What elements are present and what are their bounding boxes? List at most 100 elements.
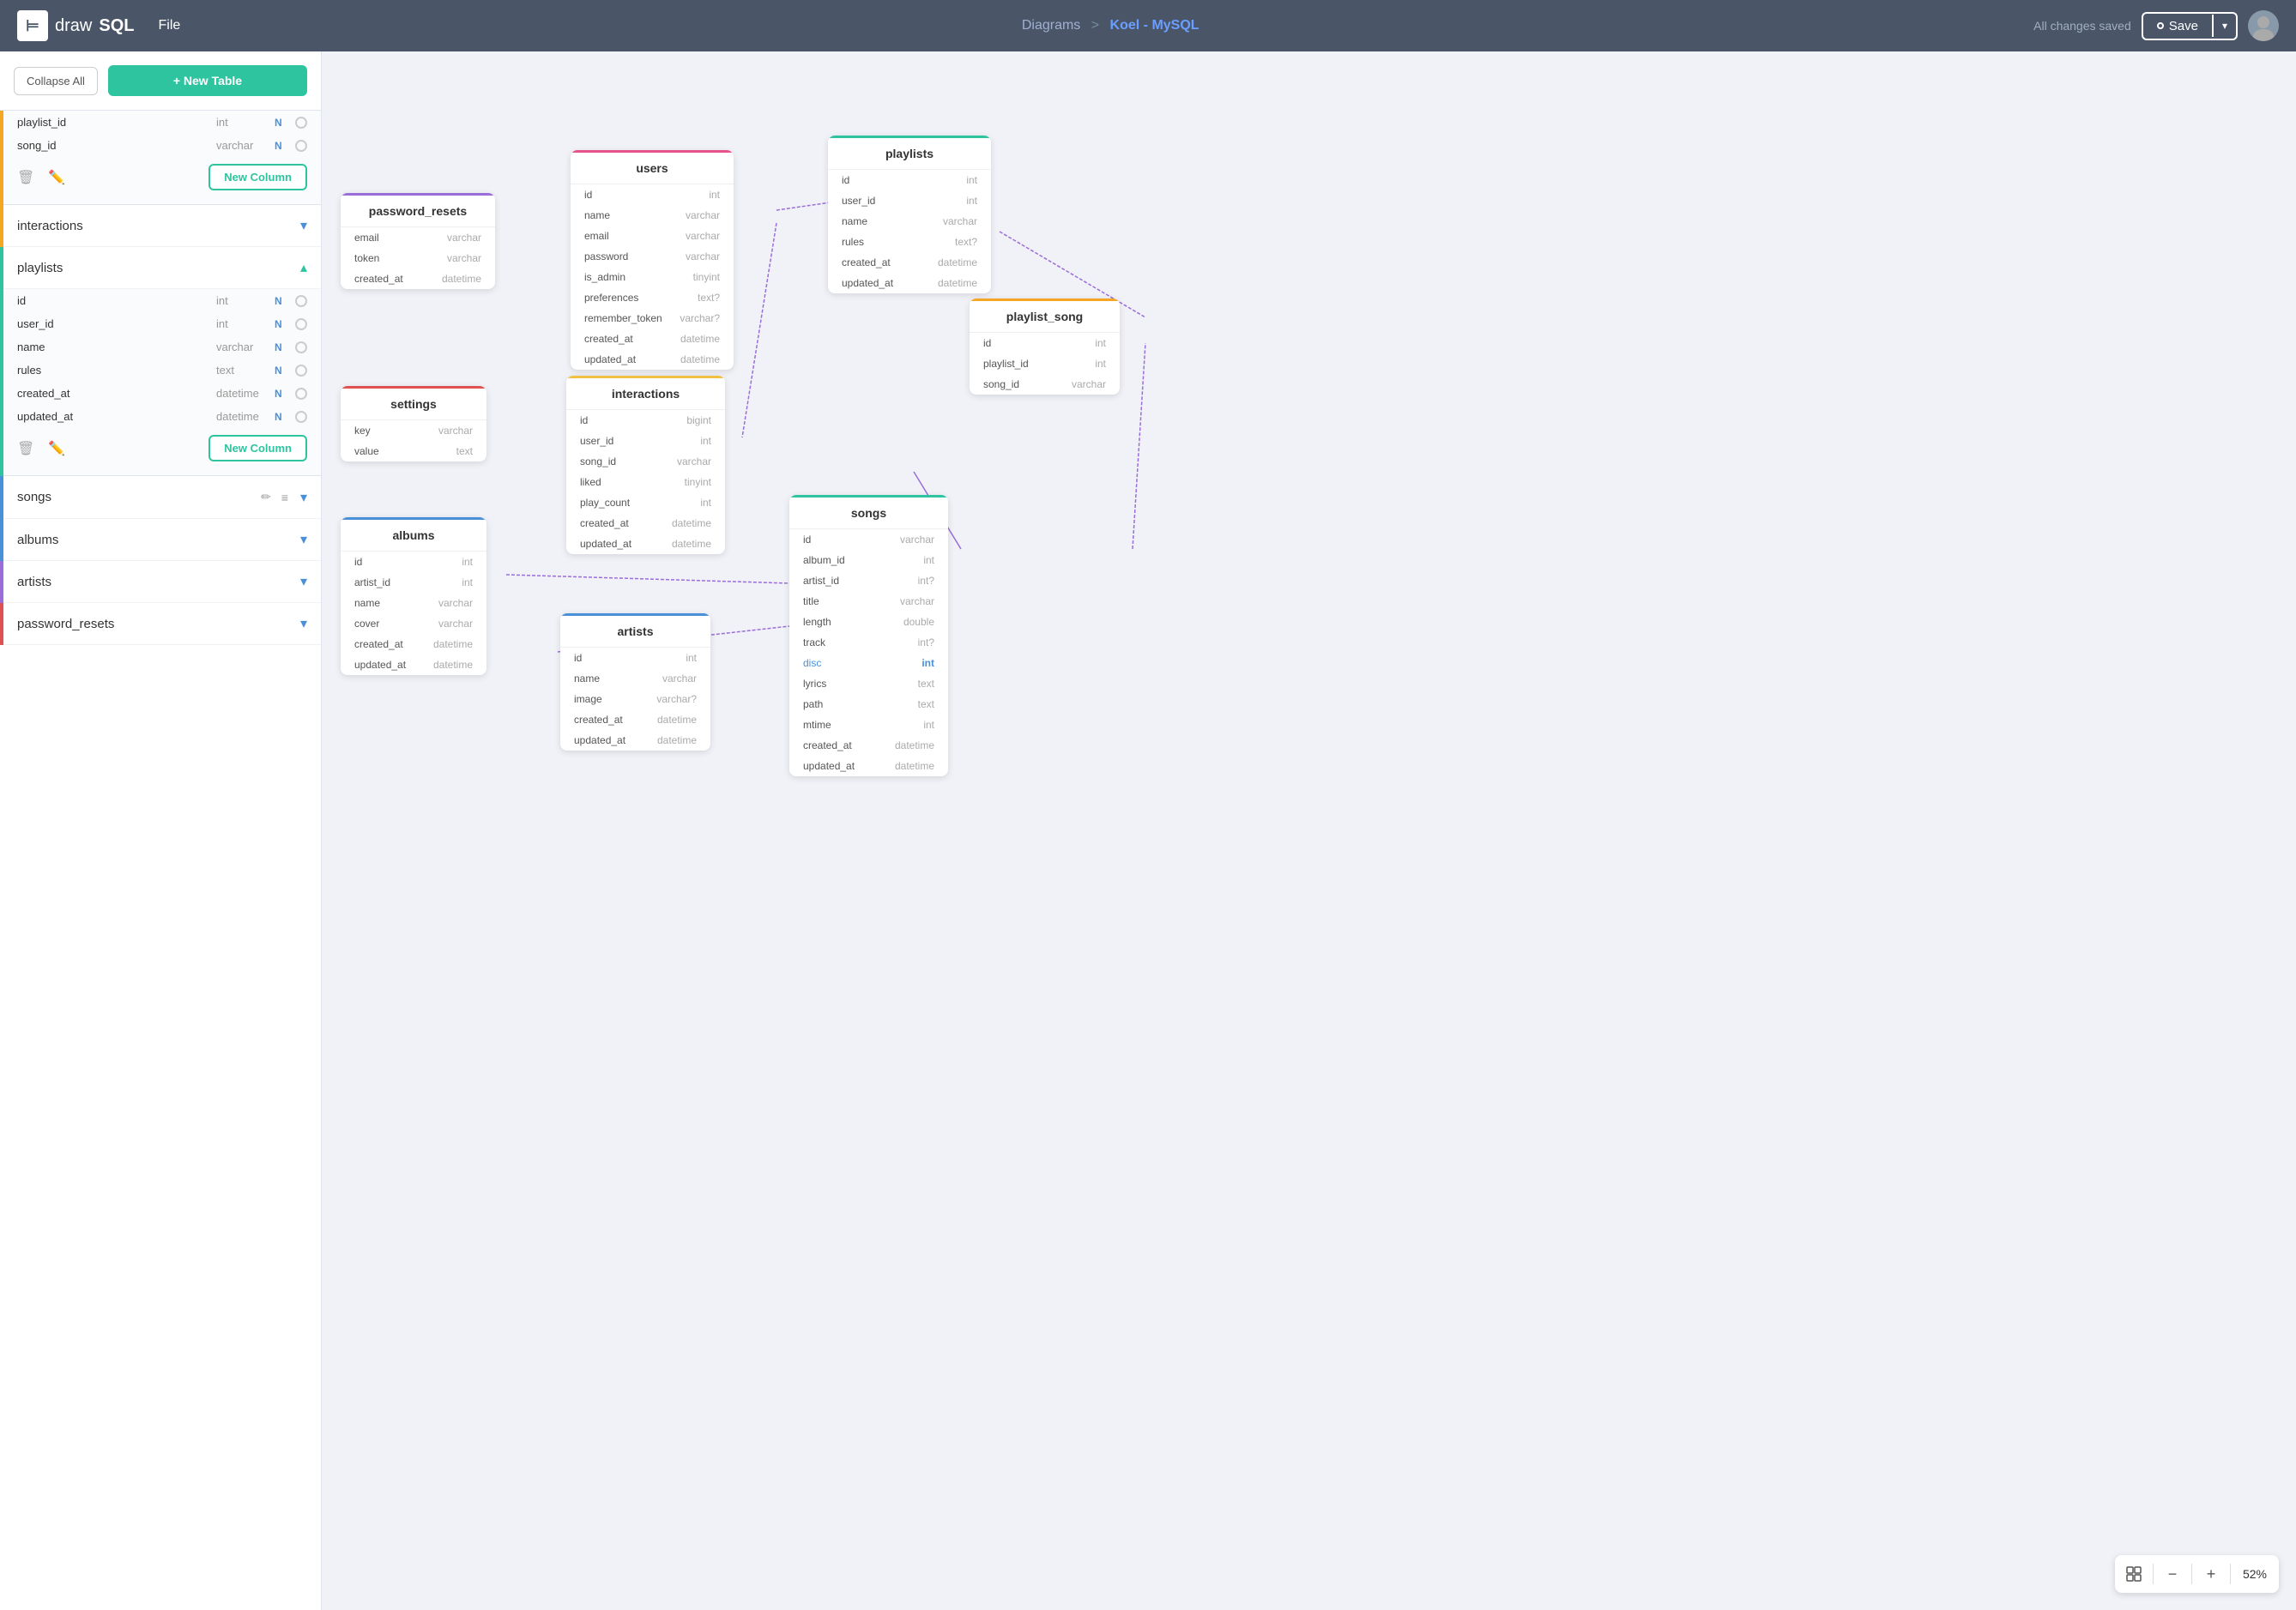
sidebar-table-group-interactions: interactions ▾: [0, 205, 321, 247]
canvas-table-songs[interactable]: songs idvarchar album_idint artist_idint…: [789, 495, 948, 776]
table-row: discint: [789, 653, 948, 673]
app-header: ⊨ drawSQL File Diagrams > Koel - MySQL A…: [0, 0, 2296, 51]
col-key-circle: [295, 388, 307, 400]
sidebar-table-name-artists: artists: [17, 575, 297, 589]
sidebar-table-body-playlists: id int N user_id int N name varchar: [3, 289, 321, 476]
sidebar-table-header-albums[interactable]: albums ▾: [3, 519, 321, 561]
canvas-table-header-artists: artists: [560, 613, 710, 648]
col-name: playlist_id: [17, 116, 209, 129]
table-row: created_atdatetime: [828, 252, 991, 273]
canvas-table-playlist-song[interactable]: playlist_song idint playlist_idint song_…: [970, 298, 1120, 395]
chevron-down-icon: ▾: [300, 573, 307, 590]
file-menu[interactable]: File: [151, 15, 187, 37]
table-row: idint: [341, 552, 486, 572]
breadcrumb-separator: >: [1091, 18, 1099, 33]
save-dropdown-arrow[interactable]: ▾: [2212, 15, 2236, 37]
sidebar-table-group-songs: songs ✏ ≡ ▾: [0, 476, 321, 519]
sidebar-table-header-songs[interactable]: songs ✏ ≡ ▾: [3, 476, 321, 519]
table-row: playlist_idint: [970, 353, 1120, 374]
edit-icon[interactable]: ✏️: [48, 440, 65, 457]
new-column-button[interactable]: New Column: [208, 164, 307, 190]
col-null: N: [275, 365, 288, 377]
delete-icon[interactable]: 🗑: [17, 169, 34, 186]
sidebar-table-group-artists: artists ▾: [0, 561, 321, 603]
zoom-in-button[interactable]: +: [2197, 1560, 2225, 1588]
sidebar-table-group-password-resets: password_resets ▾: [0, 603, 321, 645]
table-row: song_idvarchar: [566, 451, 725, 472]
table-row: covervarchar: [341, 613, 486, 634]
table-row: rulestext?: [828, 232, 991, 252]
col-key-circle: [295, 341, 307, 353]
table-row: passwordvarchar: [571, 246, 734, 267]
table-row: emailvarchar: [571, 226, 734, 246]
table-row: created_atdatetime: [341, 634, 486, 654]
sidebar-table-header-password-resets[interactable]: password_resets ▾: [3, 603, 321, 645]
table-row: lyricstext: [789, 673, 948, 694]
col-name: id: [17, 294, 209, 307]
reorder-icon[interactable]: ≡: [280, 489, 290, 506]
col-type: int: [216, 317, 268, 330]
new-column-button-playlists[interactable]: New Column: [208, 435, 307, 461]
col-key-circle: [295, 140, 307, 152]
table-row: updated_atdatetime: [566, 534, 725, 554]
table-row: imagevarchar?: [560, 689, 710, 709]
sidebar-table-name-password-resets: password_resets: [17, 617, 297, 631]
table-row: lengthdouble: [789, 612, 948, 632]
delete-icon[interactable]: 🗑: [17, 440, 34, 457]
sidebar-table-header-interactions[interactable]: interactions ▾: [3, 205, 321, 247]
col-type: datetime: [216, 387, 268, 400]
breadcrumb-diagrams[interactable]: Diagrams: [1022, 18, 1080, 33]
table-row: valuetext: [341, 441, 486, 461]
col-name: name: [17, 341, 209, 353]
logo-sql: SQL: [99, 16, 134, 36]
new-table-button[interactable]: + New Table: [108, 65, 307, 96]
canvas-table-header-songs: songs: [789, 495, 948, 529]
save-button-main[interactable]: Save: [2143, 14, 2212, 39]
sidebar: Collapse All + New Table playlist_id int…: [0, 51, 322, 1610]
collapse-all-button[interactable]: Collapse All: [14, 67, 98, 95]
col-null: N: [275, 411, 288, 423]
canvas-table-interactions[interactable]: interactions idbigint user_idint song_id…: [566, 376, 725, 554]
canvas-table-users[interactable]: users idint namevarchar emailvarchar pas…: [571, 150, 734, 370]
col-name: rules: [17, 364, 209, 377]
table-row: user_idint: [828, 190, 991, 211]
table-row: namevarchar: [828, 211, 991, 232]
chevron-down-icon: ▾: [300, 531, 307, 548]
sidebar-table-header-artists[interactable]: artists ▾: [3, 561, 321, 603]
sidebar-toolbar: Collapse All + New Table: [0, 51, 321, 111]
table-row: created_atdatetime: [789, 735, 948, 756]
table-row: updated_atdatetime: [828, 273, 991, 293]
sidebar-table-name-interactions: interactions: [17, 219, 297, 233]
sidebar-table-header-playlists[interactable]: playlists ▴: [3, 247, 321, 289]
canvas-table-header-playlist-song: playlist_song: [970, 298, 1120, 333]
diagram-canvas[interactable]: users idint namevarchar emailvarchar pas…: [322, 51, 2296, 1610]
col-null: N: [275, 341, 288, 353]
table-row: is_admintinyint: [571, 267, 734, 287]
table-row: updated_at datetime N: [17, 405, 307, 428]
edit-icon[interactable]: ✏️: [48, 169, 65, 186]
canvas-table-settings[interactable]: settings keyvarchar valuetext: [341, 386, 486, 461]
table-row: likedtinyint: [566, 472, 725, 492]
canvas-table-playlists[interactable]: playlists idint user_idint namevarchar r…: [828, 136, 991, 293]
canvas-table-header-password-resets: password_resets: [341, 193, 495, 227]
user-avatar[interactable]: [2248, 10, 2279, 41]
table-row: namevarchar: [560, 668, 710, 689]
save-button[interactable]: Save ▾: [2142, 12, 2238, 40]
table-row: titlevarchar: [789, 591, 948, 612]
saved-status: All changes saved: [2033, 19, 2131, 33]
zoom-grid-button[interactable]: [2120, 1560, 2148, 1588]
table-row: keyvarchar: [341, 420, 486, 441]
zoom-controls: − + 52%: [2115, 1555, 2279, 1593]
canvas-table-artists[interactable]: artists idint namevarchar imagevarchar? …: [560, 613, 710, 751]
canvas-table-header-interactions: interactions: [566, 376, 725, 410]
col-type: int: [216, 294, 268, 307]
canvas-table-header-albums: albums: [341, 517, 486, 552]
table-row: updated_atdatetime: [341, 654, 486, 675]
col-null: N: [275, 117, 288, 129]
canvas-table-password-resets[interactable]: password_resets emailvarchar tokenvarcha…: [341, 193, 495, 289]
zoom-divider: [2191, 1564, 2192, 1584]
zoom-out-button[interactable]: −: [2159, 1560, 2186, 1588]
col-key-circle: [295, 117, 307, 129]
edit-icon[interactable]: ✏: [259, 488, 273, 506]
canvas-table-albums[interactable]: albums idint artist_idint namevarchar co…: [341, 517, 486, 675]
